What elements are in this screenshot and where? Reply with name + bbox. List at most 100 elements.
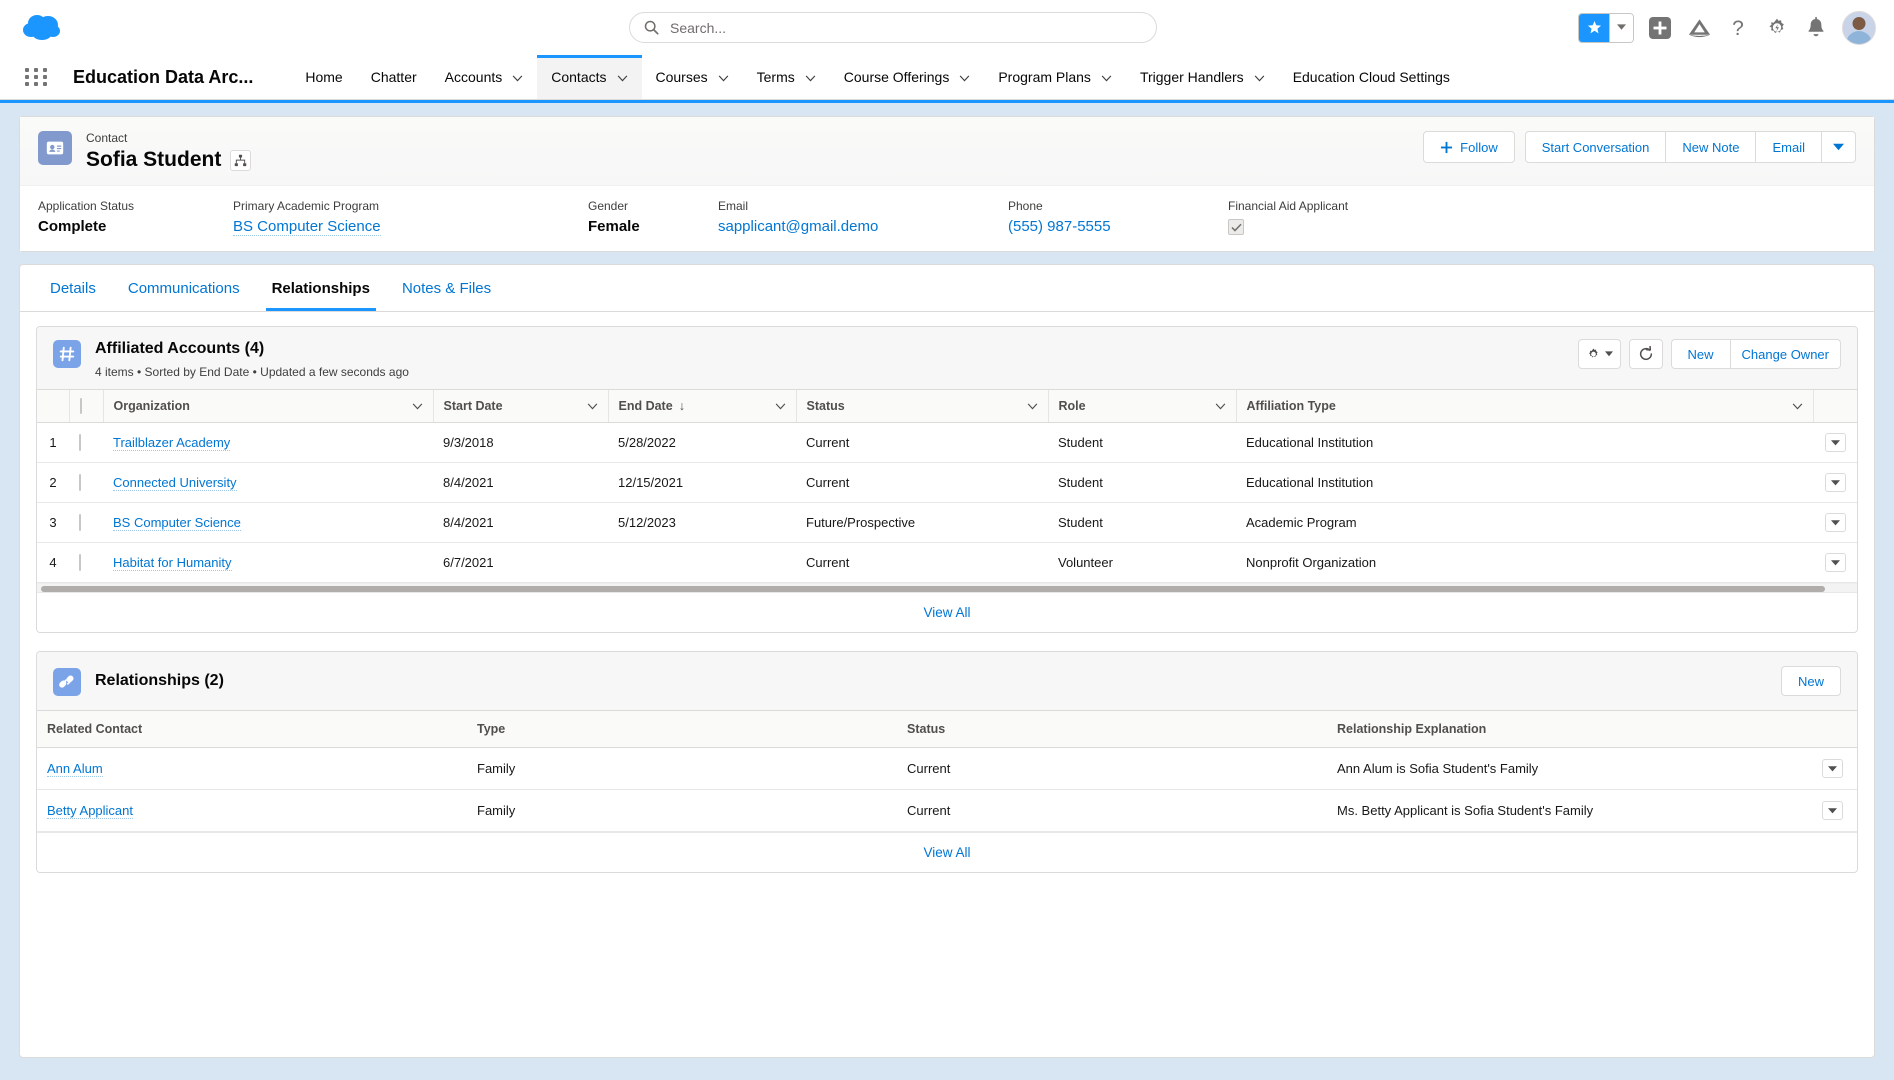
table-row: 3 BS Computer Science 8/4/2021 5/12/2023…	[37, 502, 1857, 543]
notifications-bell-icon[interactable]	[1803, 15, 1829, 41]
user-avatar[interactable]	[1842, 10, 1876, 45]
tab-details[interactable]: Details	[34, 265, 112, 311]
affiliated-accounts-title[interactable]: Affiliated Accounts (4)	[95, 339, 409, 359]
chevron-down-icon[interactable]	[1027, 399, 1038, 413]
refresh-button[interactable]	[1628, 339, 1663, 369]
nav-item-education-cloud-settings[interactable]: Education Cloud Settings	[1279, 55, 1464, 99]
chevron-down-icon[interactable]	[587, 399, 598, 413]
setup-gear-icon[interactable]	[1764, 15, 1790, 41]
cell-start-date: 8/4/2021	[433, 502, 608, 543]
nav-item-terms[interactable]: Terms	[743, 55, 830, 99]
column-header-status[interactable]: Status	[796, 390, 1049, 423]
help-icon[interactable]: ?	[1725, 15, 1751, 41]
favorites-dropdown-icon[interactable]	[1609, 13, 1633, 42]
relationships-view-all[interactable]: View All	[37, 832, 1857, 872]
email-link[interactable]: sapplicant@gmail.demo	[718, 218, 878, 235]
relationships-title[interactable]: Relationships (2)	[95, 671, 224, 691]
column-header-related-contact: Related Contact	[37, 711, 467, 748]
financial-aid-checkbox	[1228, 219, 1244, 235]
chevron-down-icon[interactable]	[775, 399, 786, 413]
row-actions-menu-icon[interactable]	[1824, 513, 1846, 532]
row-checkbox[interactable]	[79, 434, 81, 451]
related-contact-link[interactable]: Ann Alum	[47, 761, 103, 777]
nav-item-contacts[interactable]: Contacts	[537, 55, 642, 99]
row-checkbox[interactable]	[79, 514, 81, 531]
follow-label: Follow	[1460, 139, 1498, 155]
relationships-card: Relationships (2) New Related Contact Ty…	[36, 651, 1858, 873]
app-launcher-icon[interactable]	[25, 68, 51, 86]
nav-item-accounts[interactable]: Accounts	[431, 55, 538, 99]
organization-link[interactable]: Connected University	[113, 475, 237, 491]
row-select-cell	[69, 502, 103, 543]
change-owner-button[interactable]: Change Owner	[1730, 339, 1841, 369]
column-header-end-date[interactable]: End Date ↓	[608, 390, 797, 423]
search-input[interactable]	[668, 18, 1142, 37]
nav-item-chatter[interactable]: Chatter	[357, 55, 431, 99]
cell-role: Volunteer	[1048, 542, 1236, 583]
affiliated-accounts-view-all[interactable]: View All	[37, 592, 1857, 632]
row-actions-menu-icon[interactable]	[1821, 801, 1843, 820]
row-actions-menu-icon[interactable]	[1821, 759, 1843, 778]
global-create-icon[interactable]	[1647, 15, 1673, 41]
row-checkbox[interactable]	[79, 554, 81, 571]
follow-button[interactable]: Follow	[1423, 131, 1515, 163]
tab-relationships[interactable]: Relationships	[256, 265, 386, 311]
select-all-checkbox[interactable]	[79, 398, 82, 414]
row-checkbox[interactable]	[79, 474, 81, 491]
row-actions-menu-icon[interactable]	[1824, 553, 1846, 572]
column-header-organization[interactable]: Organization	[103, 390, 434, 423]
chevron-down-icon[interactable]	[1215, 399, 1226, 413]
column-header-role[interactable]: Role	[1048, 390, 1237, 423]
cell-end-date	[608, 542, 796, 583]
new-relationship-button[interactable]: New	[1780, 666, 1841, 696]
table-header-row: Related Contact Type Status Relationship…	[37, 711, 1857, 748]
nav-item-courses[interactable]: Courses	[642, 55, 743, 99]
app-navigation-bar: Education Data Arc... Home Chatter Accou…	[0, 55, 1894, 100]
table-horizontal-scrollbar[interactable]	[37, 583, 1857, 592]
email-button[interactable]: Email	[1756, 131, 1822, 163]
column-label: Organization	[113, 399, 190, 413]
hierarchy-icon[interactable]	[230, 149, 252, 171]
field-label: Financial Aid Applicant	[1228, 199, 1349, 213]
favorites-group[interactable]	[1578, 12, 1634, 43]
column-header-start-date[interactable]: Start Date	[433, 390, 609, 423]
app-name[interactable]: Education Data Arc...	[73, 67, 253, 88]
organization-link[interactable]: BS Computer Science	[113, 515, 241, 531]
cell-related-contact: Ann Alum	[37, 747, 467, 790]
row-actions-menu-icon[interactable]	[1824, 473, 1846, 492]
phone-link[interactable]: (555) 987-5555	[1008, 218, 1111, 235]
nav-item-course-offerings[interactable]: Course Offerings	[830, 55, 985, 99]
row-actions-menu-icon[interactable]	[1824, 433, 1846, 452]
list-settings-button[interactable]	[1577, 339, 1621, 369]
row-actions-cell	[1813, 422, 1857, 463]
row-select-cell	[69, 542, 103, 583]
more-actions-button[interactable]	[1822, 131, 1856, 163]
check-icon	[1230, 223, 1242, 232]
start-conversation-button[interactable]: Start Conversation	[1524, 131, 1667, 163]
global-search[interactable]	[629, 12, 1157, 43]
relationships-header: Relationships (2) New	[37, 652, 1857, 711]
salesforce-cloud-logo[interactable]	[22, 11, 64, 45]
new-affiliation-button[interactable]: New	[1670, 339, 1731, 369]
tab-notes-files[interactable]: Notes & Files	[386, 265, 507, 311]
affiliated-accounts-titles: Affiliated Accounts (4) 4 items • Sorted…	[95, 339, 409, 379]
chevron-down-icon[interactable]	[1792, 399, 1803, 413]
trailhead-icon[interactable]	[1686, 15, 1712, 41]
column-header-affiliation-type[interactable]: Affiliation Type	[1236, 390, 1814, 423]
tab-communications[interactable]: Communications	[112, 265, 256, 311]
organization-link[interactable]: Trailblazer Academy	[113, 435, 231, 451]
organization-link[interactable]: Habitat for Humanity	[113, 555, 232, 571]
primary-academic-program-link[interactable]: BS Computer Science	[233, 218, 381, 236]
caret-down-icon	[1833, 143, 1844, 151]
new-note-button[interactable]: New Note	[1666, 131, 1757, 163]
nav-item-trigger-handlers[interactable]: Trigger Handlers	[1126, 55, 1279, 99]
row-actions-cell	[1813, 462, 1857, 503]
related-contact-link[interactable]: Betty Applicant	[47, 803, 133, 819]
highlights-header: Contact Sofia Student Follow Start Conve…	[20, 117, 1874, 185]
favorites-star-icon[interactable]	[1579, 13, 1609, 42]
chevron-down-icon[interactable]	[412, 399, 423, 413]
nav-item-program-plans[interactable]: Program Plans	[984, 55, 1126, 99]
nav-item-home[interactable]: Home	[291, 55, 356, 99]
cell-role: Student	[1048, 422, 1236, 463]
highlights-fields: Application Status Complete Primary Acad…	[20, 185, 1874, 251]
